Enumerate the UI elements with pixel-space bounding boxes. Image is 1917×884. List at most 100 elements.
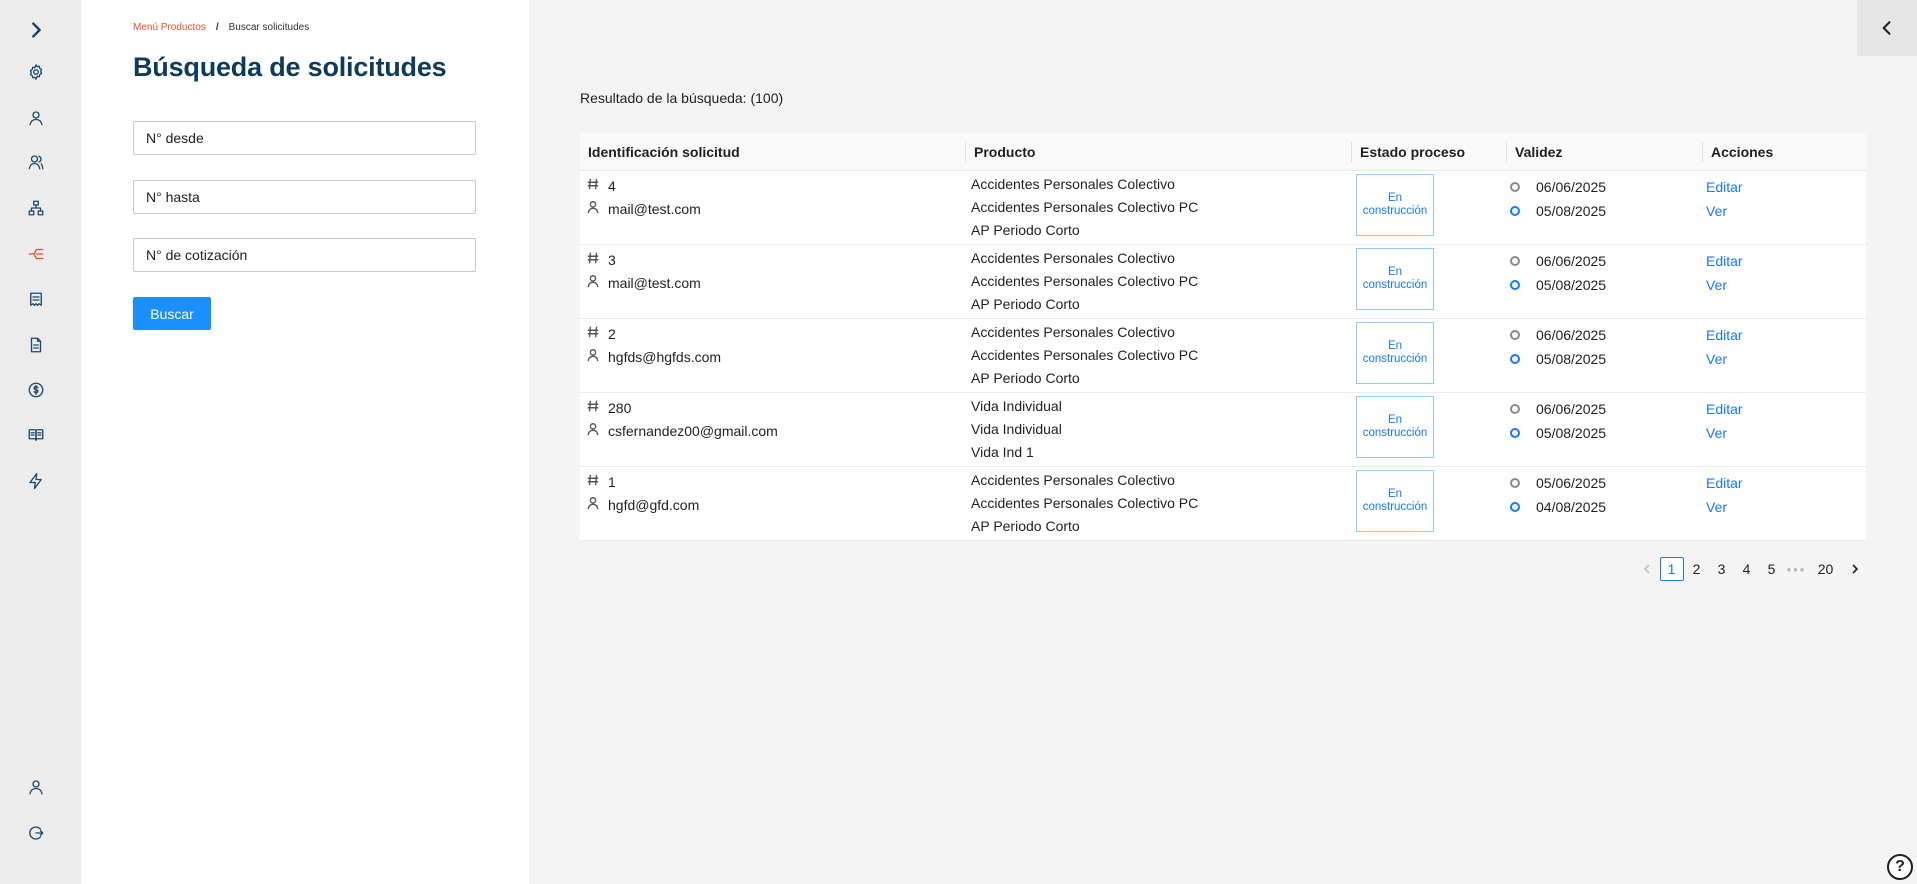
status-badge: En construcción (1356, 470, 1434, 532)
status-text: construcción (1362, 427, 1428, 439)
book-icon[interactable] (24, 423, 48, 447)
next-page-button[interactable] (1843, 557, 1867, 581)
search-button[interactable]: Buscar (133, 297, 211, 330)
table-row: 2 hgfds@hgfds.com Accidentes Personales … (580, 319, 1866, 393)
edit-link[interactable]: Editar (1706, 471, 1743, 495)
collapse-panel-button[interactable] (1857, 0, 1917, 56)
view-link[interactable]: Ver (1706, 347, 1743, 371)
logout-icon[interactable] (24, 821, 48, 845)
edit-link[interactable]: Editar (1706, 397, 1743, 421)
chevron-right-icon[interactable] (24, 18, 48, 42)
chevron-left-icon (1882, 21, 1891, 35)
cotizacion-input[interactable] (134, 239, 475, 271)
page-4-button[interactable]: 4 (1735, 557, 1759, 581)
page-last-button[interactable]: 20 (1810, 557, 1842, 581)
profile-icon[interactable] (24, 775, 48, 799)
help-icon[interactable]: ? (1887, 854, 1913, 880)
search-panel: Menú Productos / Buscar solicitudes Búsq… (81, 0, 529, 884)
product-line: Vida Ind 1 (971, 444, 1034, 460)
column-header-producto: Producto (974, 144, 1036, 160)
cell-identificacion: 280 csfernandez00@gmail.com (586, 397, 778, 443)
hash-icon (586, 323, 600, 346)
product-line: Accidentes Personales Colectivo (971, 250, 1175, 266)
view-link[interactable]: Ver (1706, 273, 1743, 297)
valid-to: 05/08/2025 (1536, 351, 1607, 367)
view-link[interactable]: Ver (1706, 199, 1743, 223)
product-line: Vida Individual (971, 398, 1062, 414)
timeline-dot-icon (1510, 182, 1520, 192)
users-icon[interactable] (24, 150, 48, 174)
timeline-dot-icon (1510, 280, 1520, 290)
edit-link[interactable]: Editar (1706, 249, 1743, 273)
status-badge: En construcción (1356, 322, 1434, 384)
chevron-right-icon (1851, 564, 1858, 574)
cell-validez: 06/06/2025 05/08/2025 (1510, 397, 1606, 445)
prev-page-button[interactable] (1635, 557, 1659, 581)
dollar-icon[interactable] (24, 378, 48, 402)
pagination-ellipsis[interactable]: ••• (1785, 557, 1809, 581)
request-id: 2 (608, 326, 616, 342)
valid-from: 06/06/2025 (1536, 253, 1607, 269)
cell-acciones: Editar Ver (1706, 323, 1743, 371)
product-line: Accidentes Personales Colectivo PC (971, 199, 1199, 215)
page-5-button[interactable]: 5 (1760, 557, 1784, 581)
valid-to: 05/08/2025 (1536, 203, 1607, 219)
hash-icon (586, 397, 600, 420)
request-email: hgfds@hgfds.com (608, 349, 722, 365)
status-text: construcción (1362, 353, 1428, 365)
request-email: mail@test.com (608, 201, 701, 217)
edit-link[interactable]: Editar (1706, 323, 1743, 347)
cell-validez: 06/06/2025 05/08/2025 (1510, 249, 1606, 297)
cell-validez: 05/06/2025 04/08/2025 (1510, 471, 1606, 519)
user-icon (586, 272, 600, 295)
status-badge: En construcción (1356, 248, 1434, 310)
valid-from: 05/06/2025 (1536, 475, 1607, 491)
valid-to: 04/08/2025 (1536, 499, 1607, 515)
product-line: Accidentes Personales Colectivo (971, 176, 1175, 192)
timeline-dot-icon (1510, 354, 1520, 364)
status-text: construcción (1362, 205, 1428, 217)
cell-producto: Accidentes Personales Colectivo Accident… (971, 469, 1198, 538)
document-icon[interactable] (24, 333, 48, 357)
user-icon[interactable] (24, 106, 48, 130)
request-email: hgfd@gfd.com (608, 497, 700, 513)
page-1-button[interactable]: 1 (1659, 557, 1684, 581)
edit-link[interactable]: Editar (1706, 175, 1743, 199)
breadcrumb-link-menu-productos[interactable]: Menú Productos (133, 22, 206, 33)
status-text: En (1387, 340, 1403, 352)
status-text: En (1387, 414, 1403, 426)
product-line: AP Periodo Corto (971, 222, 1080, 238)
page-title: Búsqueda de solicitudes (133, 52, 447, 82)
product-line: AP Periodo Corto (971, 296, 1080, 312)
column-header-validez: Validez (1515, 144, 1563, 160)
hash-icon (586, 249, 600, 272)
status-text: construcción (1362, 501, 1428, 513)
receipt-icon[interactable] (24, 288, 48, 312)
gear-icon[interactable] (24, 60, 48, 84)
breadcrumb: Menú Productos / Buscar solicitudes (133, 22, 309, 33)
product-line: Accidentes Personales Colectivo PC (971, 273, 1199, 289)
desde-input[interactable] (134, 122, 475, 154)
status-text: En (1387, 192, 1403, 204)
view-link[interactable]: Ver (1706, 421, 1743, 445)
hierarchy-icon[interactable] (24, 196, 48, 220)
table-row: 1 hgfd@gfd.com Accidentes Personales Col… (580, 467, 1866, 541)
product-line: Accidentes Personales Colectivo (971, 472, 1175, 488)
column-divider (1506, 142, 1507, 162)
flow-icon[interactable] (24, 242, 48, 266)
table-row: 3 mail@test.com Accidentes Personales Co… (580, 245, 1866, 319)
cell-producto: Accidentes Personales Colectivo Accident… (971, 321, 1198, 390)
status-text: En (1387, 488, 1403, 500)
cell-producto: Accidentes Personales Colectivo Accident… (971, 173, 1198, 242)
column-header-estado: Estado proceso (1360, 144, 1466, 160)
cell-acciones: Editar Ver (1706, 397, 1743, 445)
cell-producto: Accidentes Personales Colectivo Accident… (971, 247, 1198, 316)
hasta-input[interactable] (134, 181, 475, 213)
page-2-button[interactable]: 2 (1685, 557, 1709, 581)
product-line: Accidentes Personales Colectivo (971, 324, 1175, 340)
lightning-icon[interactable] (24, 469, 48, 493)
page-3-button[interactable]: 3 (1710, 557, 1734, 581)
table-header: Identificación solicitud Producto Estado… (580, 133, 1866, 171)
user-icon (586, 346, 600, 369)
view-link[interactable]: Ver (1706, 495, 1743, 519)
